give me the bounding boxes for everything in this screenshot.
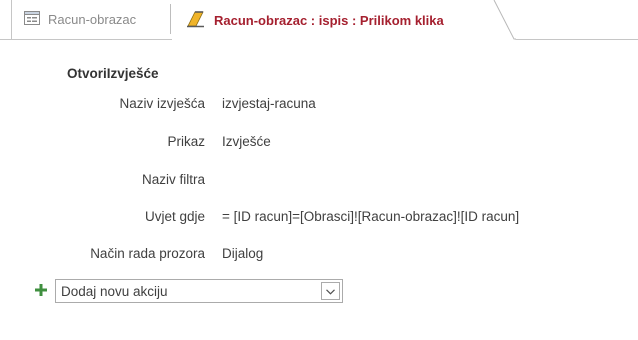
arg-label-report-name: Naziv izvješća	[119, 96, 205, 111]
dropdown-button[interactable]	[321, 282, 340, 300]
tab-form-label: Racun-obrazac	[48, 12, 137, 27]
arg-label-window-mode: Način rada prozora	[90, 246, 205, 261]
macro-action-name[interactable]: OtvoriIzvješće	[67, 66, 159, 81]
arg-value-report-name[interactable]: izvjestaj-racuna	[222, 96, 316, 111]
arg-label-view: Prikaz	[167, 134, 205, 149]
arg-value-window-mode[interactable]: Dijalog	[222, 246, 263, 261]
arg-value-where-condition[interactable]: = [ID racun]=[Obrasci]![Racun-obrazac]![…	[222, 209, 519, 224]
arg-label-filter-name: Naziv filtra	[141, 172, 205, 187]
tab-form[interactable]: Racun-obrazac	[11, 0, 171, 39]
add-new-action-combobox[interactable]: Dodaj novu akciju	[55, 279, 343, 303]
tab-macro-label: Racun-obrazac : ispis : Prilikom klika	[214, 12, 444, 28]
chevron-down-icon	[326, 282, 335, 300]
macro-icon	[186, 10, 206, 31]
add-new-action-text[interactable]: Dodaj novu akciju	[56, 284, 342, 299]
macro-designer: Racun-obrazac Racun-obrazac : ispis : Pr…	[0, 0, 638, 340]
arg-value-view[interactable]: Izvješće	[222, 134, 271, 149]
tab-edge-shape	[490, 0, 516, 40]
plus-icon[interactable]	[35, 283, 47, 296]
tab-separator	[170, 4, 171, 34]
arg-label-where-condition: Uvjet gdje	[144, 209, 205, 224]
tab-macro[interactable]: Racun-obrazac : ispis : Prilikom klika	[172, 0, 516, 40]
form-icon	[24, 11, 40, 28]
document-tab-strip: Racun-obrazac Racun-obrazac : ispis : Pr…	[0, 0, 638, 40]
